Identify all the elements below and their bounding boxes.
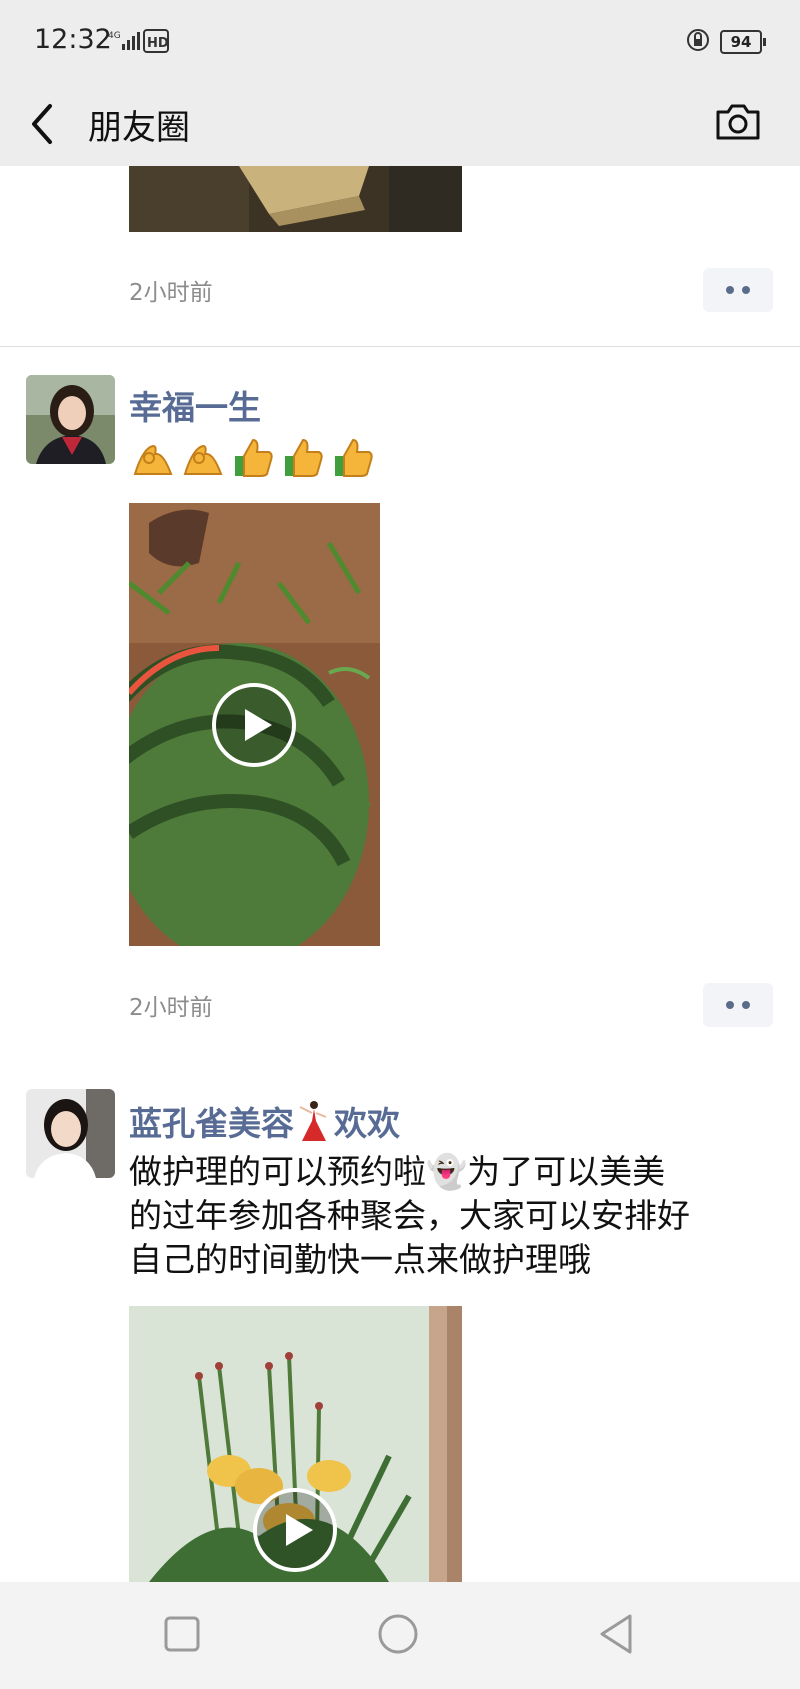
moments-feed[interactable]: 2小时前 幸福一生 2小时前 蓝孔雀美容 欢欢 做护理的可以预约啦👻为了可以美美…: [0, 166, 800, 1582]
post-image[interactable]: [129, 166, 462, 232]
signal-icon: 4G HD: [108, 29, 169, 53]
recents-square-icon[interactable]: [162, 1612, 202, 1656]
play-icon[interactable]: [251, 1486, 339, 1574]
battery-indicator: 94: [720, 30, 766, 54]
post-timestamp: 2小时前: [129, 995, 213, 1021]
page-title: 朋友圈: [88, 108, 190, 148]
more-options-button[interactable]: [703, 268, 773, 312]
camera-icon[interactable]: [714, 100, 762, 144]
thumbs-up-icon: [285, 438, 323, 477]
post-video[interactable]: [129, 1306, 462, 1582]
emoji-row: [129, 434, 377, 482]
dancer-icon: [299, 1101, 327, 1141]
post-timestamp: 2小时前: [129, 280, 213, 306]
post-divider: [0, 346, 800, 347]
thumbs-up-icon: [335, 438, 373, 477]
status-time: 12:32: [34, 24, 112, 55]
back-arrow-icon[interactable]: [28, 102, 58, 146]
rotation-lock-icon: [687, 29, 709, 51]
author-name-suffix: 欢欢: [334, 1104, 400, 1143]
author-name-part: 蓝孔雀美容: [129, 1104, 294, 1143]
post-author-name[interactable]: 蓝孔雀美容 欢欢: [129, 1097, 400, 1145]
avatar[interactable]: [26, 1089, 115, 1178]
post-text: 做护理的可以预约啦👻为了可以美美 的过年参加各种聚会，大家可以安排好 自己的时间…: [129, 1152, 690, 1279]
play-icon[interactable]: [210, 681, 298, 769]
nav-bar: 朋友圈: [0, 80, 800, 166]
ok-hand-icon: [133, 444, 173, 475]
home-circle-icon[interactable]: [376, 1612, 420, 1656]
back-triangle-icon[interactable]: [596, 1612, 636, 1656]
avatar-portrait: [26, 375, 115, 464]
network-label: 4G: [108, 31, 121, 41]
photo-thumbnail: [129, 166, 462, 232]
ok-hand-icon: [183, 444, 223, 475]
hd-label: HD: [147, 36, 169, 51]
system-nav-bar: [0, 1582, 800, 1689]
avatar[interactable]: [26, 375, 115, 464]
status-bar: 12:32 4G HD 94: [0, 0, 800, 80]
more-options-button[interactable]: [703, 983, 773, 1027]
post-video[interactable]: [129, 503, 380, 946]
avatar-portrait: [26, 1089, 115, 1178]
thumbs-up-icon: [235, 438, 273, 477]
post-author-name[interactable]: 幸福一生: [129, 381, 261, 429]
